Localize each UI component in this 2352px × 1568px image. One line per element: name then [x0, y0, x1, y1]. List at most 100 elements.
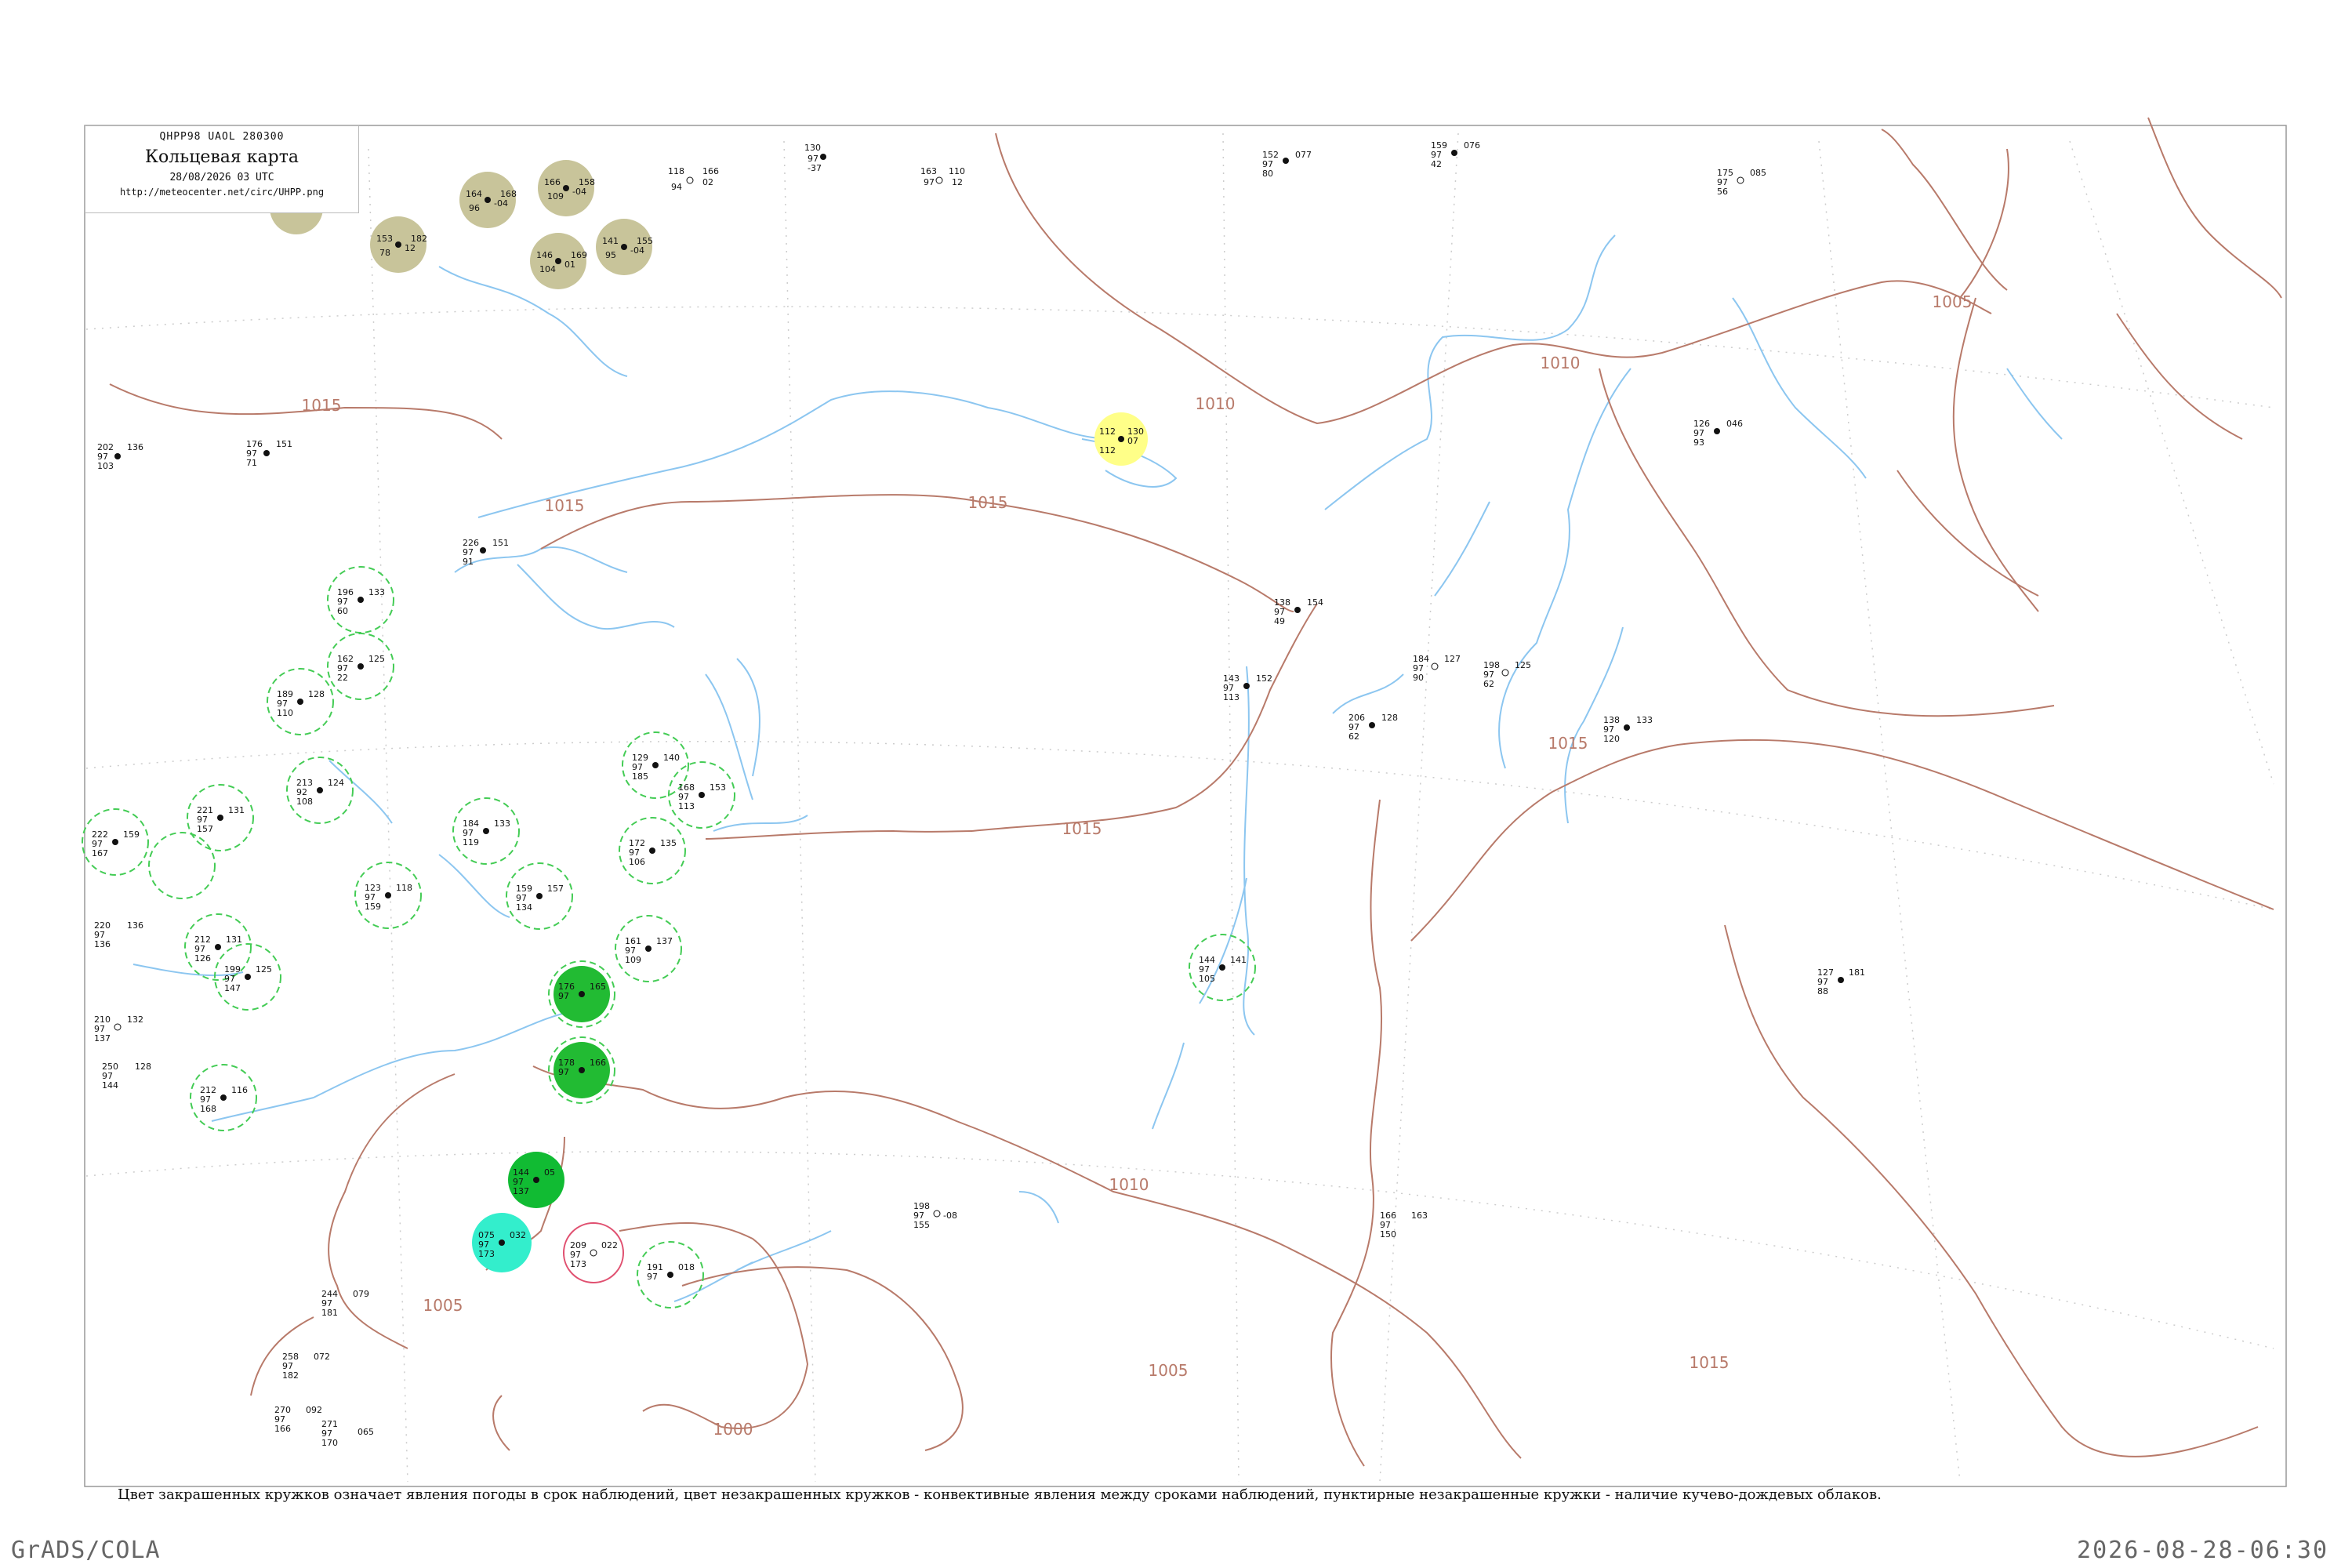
- isobar-label: 1015: [1548, 734, 1588, 753]
- svg-text:95: 95: [605, 250, 616, 260]
- svg-text:167: 167: [92, 848, 108, 858]
- map-title-box: QHPP98 UAOL 280300 Кольцевая карта 28/08…: [85, 125, 359, 213]
- svg-text:065: 065: [358, 1427, 374, 1437]
- svg-text:116: 116: [231, 1085, 248, 1095]
- svg-text:22: 22: [337, 673, 348, 683]
- svg-text:165: 165: [590, 982, 606, 992]
- svg-text:136: 136: [127, 442, 143, 452]
- svg-text:125: 125: [1515, 660, 1531, 670]
- svg-text:173: 173: [570, 1259, 586, 1269]
- svg-text:96: 96: [469, 203, 480, 213]
- isobar-label: 1015: [1690, 1353, 1730, 1372]
- svg-text:131: 131: [226, 935, 242, 945]
- isobar-label: 1000: [713, 1420, 753, 1439]
- svg-text:136: 136: [127, 920, 143, 931]
- svg-text:56: 56: [1717, 187, 1728, 197]
- svg-text:166: 166: [590, 1058, 606, 1068]
- svg-text:032: 032: [510, 1230, 526, 1240]
- svg-text:046: 046: [1726, 419, 1743, 429]
- svg-text:118: 118: [396, 883, 412, 893]
- svg-text:085: 085: [1750, 168, 1766, 178]
- svg-text:120: 120: [1603, 734, 1620, 744]
- svg-text:110: 110: [277, 708, 293, 718]
- svg-text:168: 168: [200, 1104, 216, 1114]
- map-date: 28/08/2026 03 UTC: [169, 172, 274, 183]
- svg-text:97: 97: [558, 1067, 569, 1077]
- svg-text:-37: -37: [808, 163, 822, 173]
- svg-text:130: 130: [1127, 426, 1144, 437]
- svg-text:133: 133: [368, 587, 385, 597]
- svg-text:153: 153: [376, 234, 393, 244]
- svg-text:173: 173: [478, 1249, 495, 1259]
- svg-text:141: 141: [1230, 955, 1247, 965]
- svg-text:181: 181: [321, 1308, 338, 1318]
- svg-text:153: 153: [710, 782, 726, 793]
- svg-text:-04: -04: [572, 187, 586, 197]
- isobar-label: 1005: [423, 1296, 463, 1315]
- svg-text:147: 147: [224, 983, 241, 993]
- svg-text:113: 113: [1223, 692, 1240, 702]
- svg-text:94: 94: [671, 182, 682, 192]
- svg-text:166: 166: [702, 166, 719, 176]
- svg-text:109: 109: [625, 955, 641, 965]
- svg-text:-04: -04: [630, 245, 644, 256]
- svg-text:185: 185: [632, 771, 648, 782]
- svg-text:119: 119: [463, 837, 479, 848]
- svg-text:170: 170: [321, 1438, 338, 1448]
- svg-text:12: 12: [952, 177, 963, 187]
- svg-text:157: 157: [547, 884, 564, 894]
- isobar-label: 1005: [1933, 292, 1973, 311]
- svg-text:02: 02: [702, 177, 713, 187]
- svg-text:42: 42: [1431, 159, 1442, 169]
- svg-text:168: 168: [500, 189, 517, 199]
- svg-text:132: 132: [127, 1014, 143, 1025]
- svg-text:88: 88: [1817, 986, 1828, 996]
- isobar-label: 1015: [968, 493, 1008, 512]
- svg-text:01: 01: [564, 260, 575, 270]
- svg-text:-08: -08: [943, 1210, 957, 1221]
- svg-text:134: 134: [516, 902, 532, 913]
- svg-text:110: 110: [949, 166, 965, 176]
- svg-text:140: 140: [663, 753, 680, 763]
- svg-text:151: 151: [492, 538, 509, 548]
- svg-text:133: 133: [494, 818, 510, 829]
- svg-text:182: 182: [282, 1370, 299, 1381]
- svg-text:166: 166: [544, 177, 561, 187]
- svg-text:124: 124: [328, 778, 344, 788]
- svg-text:118: 118: [668, 166, 684, 176]
- footer-timestamp: 2026-08-28-06:30: [2077, 1537, 2328, 1564]
- svg-text:158: 158: [579, 177, 595, 187]
- svg-text:159: 159: [365, 902, 381, 912]
- svg-text:164: 164: [466, 189, 482, 199]
- svg-text:092: 092: [306, 1405, 322, 1415]
- isobar-label: 1005: [1149, 1361, 1189, 1380]
- svg-text:181: 181: [1849, 967, 1865, 978]
- svg-text:78: 78: [379, 248, 390, 258]
- svg-text:072: 072: [314, 1352, 330, 1362]
- svg-text:93: 93: [1693, 437, 1704, 448]
- svg-text:076: 076: [1464, 140, 1480, 151]
- svg-text:018: 018: [678, 1262, 695, 1272]
- svg-text:130: 130: [804, 143, 821, 153]
- svg-text:49: 49: [1274, 616, 1285, 626]
- isobar-label: 1015: [545, 496, 585, 515]
- svg-text:112: 112: [1099, 445, 1116, 456]
- svg-text:60: 60: [337, 606, 348, 616]
- svg-text:90: 90: [1413, 673, 1424, 683]
- svg-text:128: 128: [308, 689, 325, 699]
- svg-text:131: 131: [228, 805, 245, 815]
- svg-text:137: 137: [94, 1033, 111, 1044]
- svg-text:150: 150: [1380, 1229, 1396, 1240]
- svg-text:159: 159: [123, 829, 140, 840]
- map-frame: [84, 125, 2287, 1487]
- svg-text:137: 137: [513, 1186, 529, 1196]
- isobar-label: 1010: [1541, 354, 1581, 372]
- legend-caption: Цвет закрашенных кружков означает явлени…: [118, 1486, 1882, 1503]
- svg-text:128: 128: [135, 1062, 151, 1072]
- svg-text:108: 108: [296, 797, 313, 807]
- svg-text:152: 152: [1256, 673, 1272, 684]
- svg-text:022: 022: [601, 1240, 618, 1250]
- svg-text:133: 133: [1636, 715, 1653, 725]
- svg-text:97: 97: [558, 991, 569, 1001]
- svg-text:182: 182: [411, 234, 427, 244]
